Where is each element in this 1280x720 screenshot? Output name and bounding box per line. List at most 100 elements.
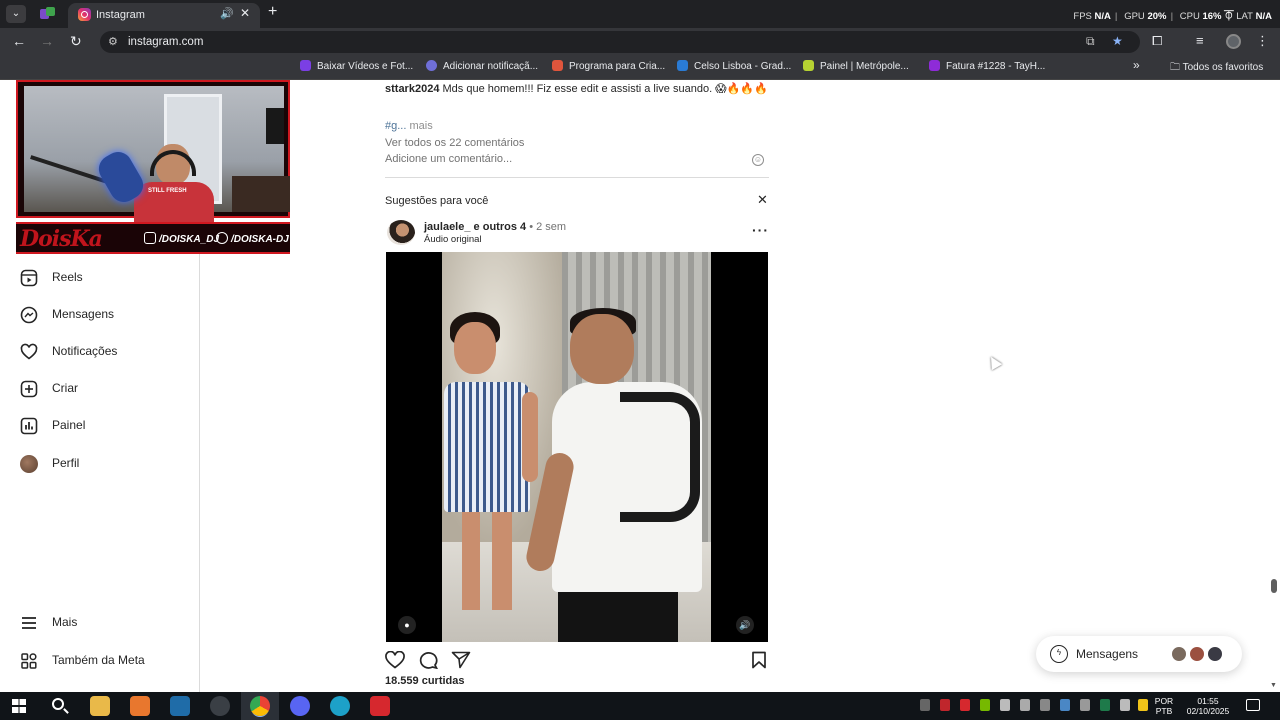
site-info-icon[interactable]: ⚙ bbox=[108, 35, 118, 48]
post-username[interactable]: jaulaele_ bbox=[424, 221, 470, 233]
close-icon[interactable]: ✕ bbox=[757, 192, 768, 208]
sidebar-item-dashboard[interactable]: Painel bbox=[20, 413, 190, 441]
tray-app-icon[interactable] bbox=[1040, 699, 1050, 711]
likes-count[interactable]: 18.559 curtidas bbox=[385, 675, 465, 687]
tray-app-icon[interactable] bbox=[1060, 699, 1070, 711]
meta-apps-icon bbox=[21, 653, 37, 669]
sidebar-item-notifications[interactable]: Notificações bbox=[20, 339, 190, 367]
sidebar-item-reels[interactable]: Reels bbox=[20, 265, 190, 293]
like-heart-icon[interactable] bbox=[385, 651, 405, 669]
add-comment-input[interactable]: Adicione um comentário... bbox=[385, 153, 512, 165]
tray-app-icon[interactable] bbox=[1000, 699, 1010, 711]
tray-app-icon[interactable] bbox=[1100, 699, 1110, 711]
heart-icon bbox=[20, 343, 38, 360]
tagged-users-icon[interactable]: ● bbox=[398, 616, 416, 634]
sidebar-item-also-from-meta[interactable]: Também da Meta bbox=[20, 648, 190, 676]
streaming-app-icon[interactable] bbox=[370, 696, 390, 716]
tray-chevron-icon[interactable] bbox=[920, 699, 930, 711]
comment-icon[interactable] bbox=[418, 651, 438, 669]
windows-start-icon[interactable] bbox=[12, 699, 26, 713]
address-bar[interactable]: ⚙ instagram.com ⧉ ★ bbox=[100, 31, 1140, 53]
keyboard-language[interactable]: POR PTB bbox=[1152, 696, 1176, 716]
sidebar-item-messages[interactable]: Mensagens bbox=[20, 302, 190, 330]
fps-value: N/A bbox=[1094, 11, 1111, 22]
shirt-text: STILL FRESH bbox=[148, 188, 187, 194]
tab-search-button[interactable]: ⌄ bbox=[6, 5, 26, 23]
bookmark-star-icon[interactable]: ★ bbox=[1112, 34, 1123, 48]
caption-username[interactable]: sttark2024 bbox=[385, 83, 439, 95]
bookmark-item[interactable]: Programa para Cria... bbox=[552, 60, 665, 72]
new-tab-button[interactable]: + bbox=[268, 3, 277, 21]
bookmark-item[interactable]: Adicionar notificaçã... bbox=[426, 60, 538, 72]
url-text[interactable]: instagram.com bbox=[128, 36, 203, 48]
post-time[interactable]: 2 sem bbox=[536, 221, 566, 233]
sound-icon[interactable]: 🔊 bbox=[736, 616, 754, 634]
tab-title: Instagram bbox=[96, 9, 145, 21]
emoji-icon[interactable]: ☺ bbox=[752, 154, 764, 166]
tray-app-icon[interactable] bbox=[1120, 699, 1130, 711]
post-video[interactable]: ● 🔊 bbox=[386, 252, 768, 642]
sidebar-item-profile[interactable]: Perfil bbox=[20, 451, 190, 479]
browser-tab-instagram[interactable]: Instagram 🔊 ✕ bbox=[68, 3, 260, 28]
chrome-icon[interactable] bbox=[250, 696, 270, 716]
instagram-icon bbox=[144, 232, 156, 244]
page-scrollbar[interactable]: ▼ bbox=[1268, 80, 1280, 692]
notifications-icon[interactable] bbox=[1246, 699, 1260, 711]
obs-icon[interactable] bbox=[210, 696, 230, 716]
file-explorer-icon[interactable] bbox=[90, 696, 110, 716]
back-arrow-icon[interactable]: ← bbox=[12, 33, 26, 49]
profile-avatar[interactable] bbox=[1226, 34, 1241, 49]
bookmarks-overflow-icon[interactable]: » bbox=[1133, 58, 1140, 72]
search-icon[interactable] bbox=[52, 698, 64, 710]
avatar bbox=[20, 455, 38, 473]
caption-more-link[interactable]: mais bbox=[409, 120, 432, 132]
post-coauthors[interactable]: e outros 4 bbox=[474, 221, 527, 233]
tray-app-icon[interactable] bbox=[960, 699, 970, 711]
tab-audio-icon[interactable]: 🔊 bbox=[220, 7, 234, 20]
gpu-label: GPU bbox=[1124, 11, 1145, 22]
all-bookmarks-folder[interactable]: 🗀 Todos os favoritos bbox=[1170, 60, 1263, 77]
volume-icon[interactable] bbox=[1080, 699, 1090, 711]
media-control-icon[interactable]: ≡ bbox=[1196, 33, 1204, 48]
discord-icon[interactable] bbox=[290, 696, 310, 716]
share-icon[interactable] bbox=[451, 651, 471, 669]
scroll-down-arrow-icon[interactable]: ▼ bbox=[1270, 682, 1277, 689]
more-options-icon[interactable]: ··· bbox=[752, 222, 769, 238]
bookmark-item[interactable]: Painel | Metrópole... bbox=[803, 60, 909, 72]
view-all-comments-link[interactable]: Ver todos os 22 comentários bbox=[385, 137, 524, 149]
clock[interactable]: 01:55 02/10/2025 bbox=[1182, 696, 1234, 716]
tray-app-icon[interactable] bbox=[940, 699, 950, 711]
cpu-value: 16% bbox=[1202, 11, 1222, 22]
bookmark-item[interactable]: Celso Lisboa - Grad... bbox=[677, 60, 791, 72]
sidebar-item-create[interactable]: Criar bbox=[20, 376, 190, 404]
save-bookmark-icon[interactable] bbox=[751, 651, 767, 669]
steam-icon[interactable] bbox=[170, 696, 190, 716]
forward-arrow-icon[interactable]: → bbox=[40, 33, 54, 49]
x-icon bbox=[216, 232, 228, 244]
extensions-icon[interactable]: ⧠ bbox=[1152, 33, 1162, 49]
post-divider bbox=[385, 177, 769, 178]
scrollbar-thumb[interactable] bbox=[1271, 579, 1277, 593]
sidebar-item-label: Mensagens bbox=[52, 307, 115, 321]
tray-app-icon[interactable] bbox=[1138, 699, 1148, 711]
app-icon[interactable] bbox=[130, 696, 150, 716]
messages-pill[interactable]: ϟ Mensagens bbox=[1036, 636, 1242, 672]
edge-icon[interactable] bbox=[330, 696, 350, 716]
hashtag-link[interactable]: #g... bbox=[385, 120, 406, 132]
post-audio-link[interactable]: Áudio original bbox=[424, 234, 482, 245]
bookmark-label: Celso Lisboa - Grad... bbox=[694, 61, 792, 72]
tray-app-icon[interactable] bbox=[1020, 699, 1030, 711]
twitter-handle-text: /DOISKA-DJ bbox=[231, 234, 289, 245]
bookmark-item[interactable]: Baixar Vídeos e Fot... bbox=[300, 60, 413, 72]
sidebar-item-label: Criar bbox=[52, 381, 78, 395]
latency-icon: ⏁ bbox=[1224, 11, 1237, 22]
reload-icon[interactable]: ↻ bbox=[70, 33, 82, 50]
nvidia-icon[interactable] bbox=[980, 699, 990, 711]
post-author-avatar[interactable] bbox=[387, 220, 415, 245]
bookmark-item[interactable]: Fatura #1228 - TayH... bbox=[929, 60, 1045, 72]
tab-close-icon[interactable]: ✕ bbox=[240, 6, 250, 20]
extension-tab-icon[interactable] bbox=[40, 7, 56, 21]
install-app-icon[interactable]: ⧉ bbox=[1086, 34, 1095, 49]
sidebar-item-more[interactable]: Mais bbox=[20, 610, 190, 638]
browser-menu-icon[interactable]: ⋮ bbox=[1256, 33, 1269, 49]
